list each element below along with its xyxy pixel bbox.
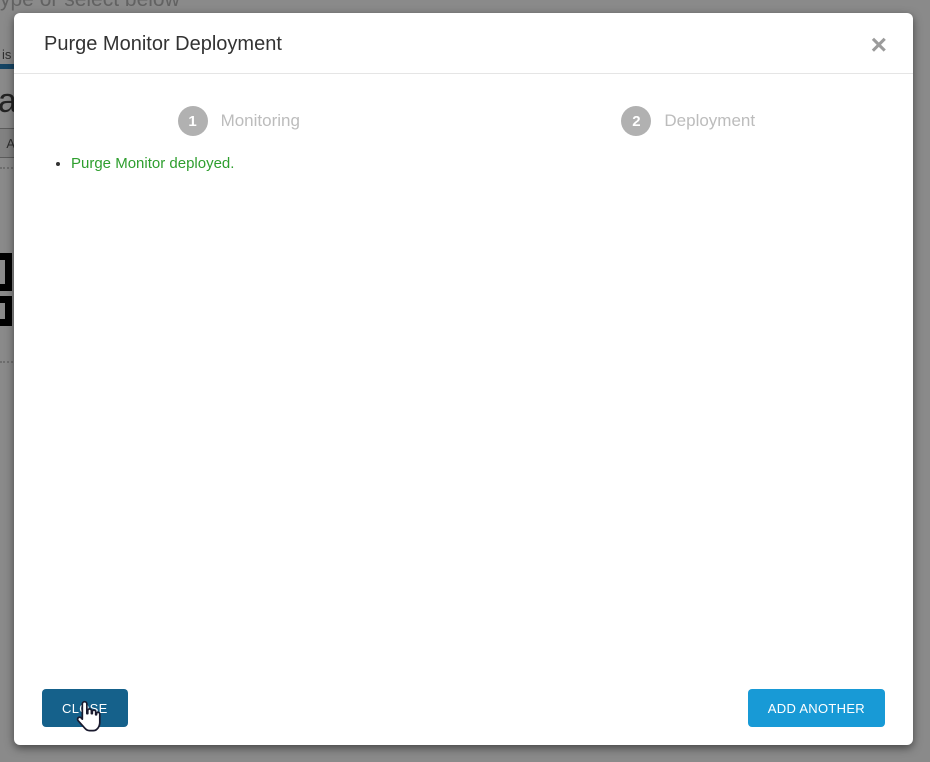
dialog-footer: CLOSE ADD ANOTHER bbox=[14, 689, 913, 745]
dialog-header: Purge Monitor Deployment × bbox=[14, 13, 913, 74]
step-number-badge: 2 bbox=[621, 106, 651, 136]
step-number-badge: 1 bbox=[178, 106, 208, 136]
dialog-title: Purge Monitor Deployment bbox=[44, 33, 883, 56]
purge-monitor-deployment-dialog: Purge Monitor Deployment × 1 Monitoring … bbox=[14, 13, 913, 745]
step-monitoring: 1 Monitoring bbox=[14, 106, 464, 136]
close-button[interactable]: CLOSE bbox=[42, 689, 128, 727]
dialog-body: Purge Monitor deployed. bbox=[14, 136, 913, 689]
step-deployment: 2 Deployment bbox=[464, 106, 914, 136]
close-icon[interactable]: × bbox=[871, 31, 887, 59]
step-label: Monitoring bbox=[221, 111, 300, 131]
wizard-stepper: 1 Monitoring 2 Deployment bbox=[14, 74, 913, 136]
add-another-button[interactable]: ADD ANOTHER bbox=[748, 689, 885, 727]
step-label: Deployment bbox=[664, 111, 755, 131]
status-message-item: Purge Monitor deployed. bbox=[71, 154, 883, 174]
status-message-list: Purge Monitor deployed. bbox=[44, 154, 883, 174]
success-message: Purge Monitor deployed. bbox=[71, 155, 234, 172]
